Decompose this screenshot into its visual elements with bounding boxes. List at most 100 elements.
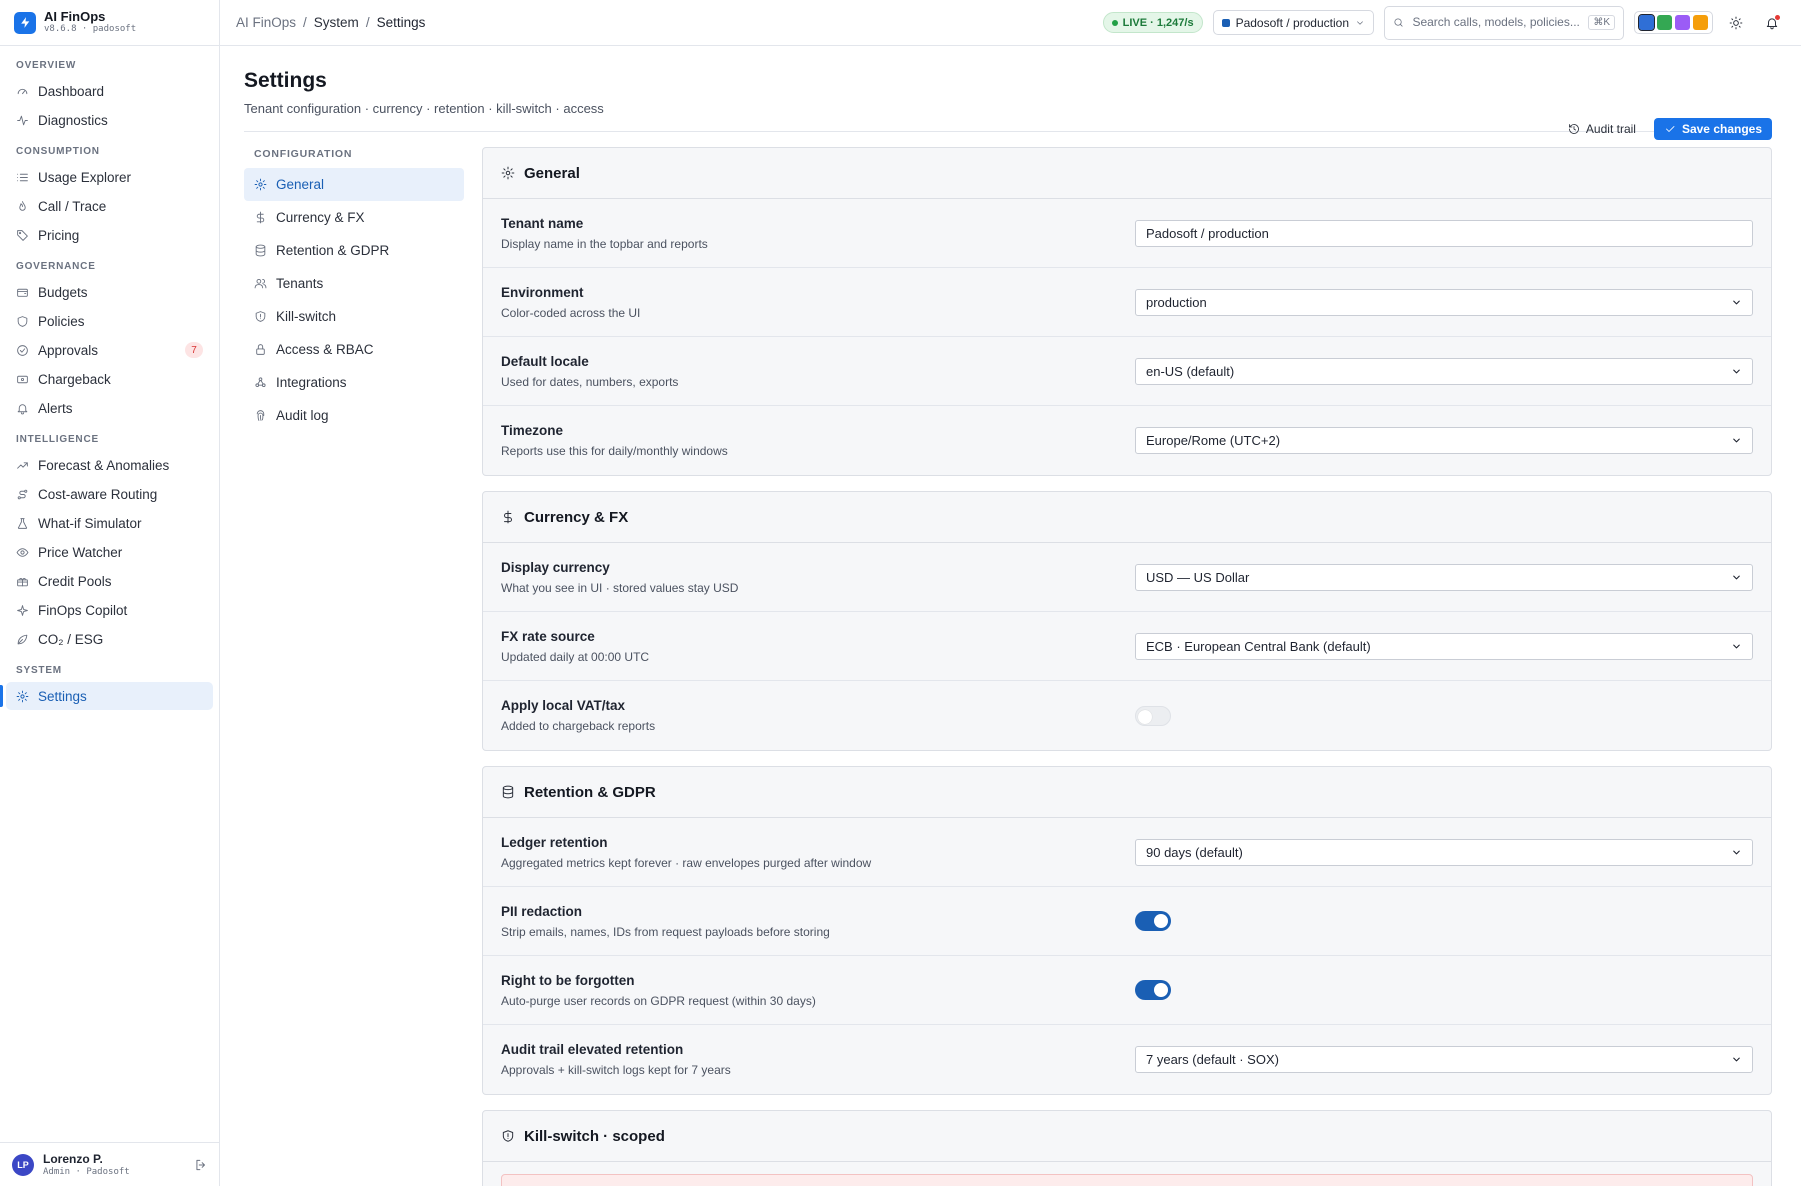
sidebar-item-settings[interactable]: Settings: [0, 682, 213, 710]
killswitch-alert-banner: [501, 1174, 1753, 1186]
brand[interactable]: AI FinOps v8.6.8 · padosoft: [0, 0, 219, 46]
database-icon: [255, 244, 266, 257]
dollar-icon: [256, 211, 265, 224]
save-changes-button[interactable]: Save changes: [1653, 118, 1772, 140]
gift-icon: [17, 577, 28, 586]
nav-section-overview: OVERVIEW: [16, 60, 77, 71]
breadcrumb-root[interactable]: AI FinOps: [236, 15, 296, 30]
sidebar-item-label: Usage Explorer: [38, 169, 132, 185]
sidebar-item-call-trace[interactable]: Call / Trace: [6, 192, 213, 220]
activity-icon: [17, 115, 28, 125]
locale-select[interactable]: en-US (default): [1135, 357, 1753, 385]
setting-description: Reports use this for daily/monthly windo…: [501, 444, 728, 458]
leaf-icon: [17, 634, 28, 644]
ledger-retention-select[interactable]: 90 days (default): [1135, 838, 1753, 866]
config-item-retention[interactable]: Retention & GDPR: [244, 234, 464, 267]
tenant-color-icon: [1221, 18, 1230, 27]
config-item-tenants[interactable]: Tenants: [244, 267, 464, 300]
setting-row-environment: Environment Color-coded across the UI pr…: [483, 268, 1771, 337]
timezone-select[interactable]: Europe/Rome (UTC+2): [1135, 427, 1753, 454]
tenant-name-value: Padosoft / production: [1146, 225, 1269, 241]
chevron-down-icon: [1733, 850, 1740, 854]
user-role: Admin · Padosoft: [43, 1166, 130, 1177]
notification-dot: [1775, 14, 1780, 20]
tenant-selector[interactable]: Padosoft / production: [1212, 10, 1374, 35]
user-profile[interactable]: LP Lorenzo P. Admin · Padosoft: [0, 1142, 220, 1186]
flame-icon: [19, 200, 26, 211]
setting-label: Audit trail elevated retention: [501, 1042, 684, 1057]
sidebar-item-copilot[interactable]: FinOps Copilot: [6, 596, 213, 624]
sidebar-item-routing[interactable]: Cost-aware Routing: [6, 480, 213, 508]
fx-source-value: ECB · European Central Bank (default): [1146, 638, 1371, 654]
display-currency-value: USD — US Dollar: [1146, 569, 1250, 585]
chevron-down-icon: [1357, 20, 1363, 25]
config-item-integrations[interactable]: Integrations: [244, 366, 464, 399]
toggle-knob: [1154, 914, 1168, 928]
notifications-button[interactable]: [1759, 10, 1785, 36]
setting-description: Used for dates, numbers, exports: [501, 374, 679, 389]
sidebar-item-label: Call / Trace: [38, 198, 107, 214]
setting-description: Auto-purge user records on GDPR request …: [501, 993, 816, 1008]
swatch-orange[interactable]: [1693, 15, 1708, 30]
config-item-access[interactable]: Access & RBAC: [244, 333, 464, 366]
tenant-name-input[interactable]: Padosoft / production: [1135, 219, 1753, 247]
chevron-down-icon: [1733, 575, 1740, 579]
config-nav: CONFIGURATION General Currency & FX Rete…: [244, 148, 464, 432]
sidebar-item-pricing[interactable]: Pricing: [6, 221, 213, 249]
swatch-purple[interactable]: [1675, 15, 1690, 30]
sidebar-item-dashboard[interactable]: Dashboard: [6, 77, 213, 105]
history-icon: [1568, 124, 1579, 134]
fx-source-select[interactable]: ECB · European Central Bank (default): [1135, 632, 1753, 660]
card-title: Kill-switch · scoped: [524, 1127, 665, 1145]
general-card: General Tenant name Display name in the …: [482, 147, 1772, 476]
sidebar-item-label: Price Watcher: [38, 544, 123, 560]
sidebar-item-label: Dashboard: [38, 83, 105, 99]
sidebar-item-price-watcher[interactable]: Price Watcher: [6, 538, 213, 566]
sidebar-item-diagnostics[interactable]: Diagnostics: [6, 106, 213, 134]
sidebar-item-label: CO₂ / ESG: [38, 631, 104, 647]
check-circle-icon: [17, 344, 28, 356]
killswitch-card-header: Kill-switch · scoped: [483, 1111, 1771, 1162]
sidebar-item-forecast[interactable]: Forecast & Anomalies: [6, 451, 213, 479]
logout-icon[interactable]: [194, 1158, 208, 1172]
pii-redaction-toggle[interactable]: [1135, 911, 1171, 931]
right-to-be-forgotten-toggle[interactable]: [1135, 980, 1171, 1000]
sidebar-item-usage-explorer[interactable]: Usage Explorer: [6, 163, 213, 191]
sidebar-item-budgets[interactable]: Budgets: [6, 278, 213, 306]
sidebar-item-credit-pools[interactable]: Credit Pools: [6, 567, 213, 595]
config-item-general[interactable]: General: [244, 168, 464, 201]
live-rate: LIVE · 1,247/s: [1122, 16, 1194, 29]
breadcrumb-system[interactable]: System: [314, 15, 359, 30]
save-changes-label: Save changes: [1681, 122, 1762, 136]
sidebar-item-alerts[interactable]: Alerts: [6, 394, 213, 422]
check-icon: [1666, 126, 1675, 132]
environment-select[interactable]: production: [1135, 288, 1753, 316]
sidebar-item-label: Credit Pools: [38, 573, 112, 589]
config-item-label: Currency & FX: [276, 210, 365, 225]
toggle-knob: [1154, 983, 1168, 997]
nav-section-intelligence: INTELLIGENCE: [16, 434, 99, 445]
breadcrumb-separator: /: [365, 15, 370, 30]
audit-trail-button[interactable]: Audit trail: [1564, 118, 1640, 140]
config-item-currency[interactable]: Currency & FX: [244, 201, 464, 234]
config-item-killswitch[interactable]: Kill-switch: [244, 300, 464, 333]
sidebar-item-chargeback[interactable]: Chargeback: [6, 365, 213, 393]
sidebar-item-policies[interactable]: Policies: [6, 307, 213, 335]
search-input[interactable]: Search calls, models, policies... ⌘K: [1384, 5, 1624, 40]
audit-trail-label: Audit trail: [1585, 122, 1636, 136]
config-item-label: General: [276, 177, 325, 192]
tenant-selector-label: Padosoft / production: [1235, 15, 1349, 30]
vat-toggle[interactable]: [1135, 705, 1171, 726]
swatch-blue[interactable]: [1638, 14, 1655, 31]
sidebar-item-co2[interactable]: CO₂ / ESG: [6, 625, 213, 653]
display-currency-select[interactable]: USD — US Dollar: [1135, 563, 1753, 591]
sidebar-item-approvals[interactable]: Approvals 7: [6, 336, 213, 364]
config-item-label: Audit log: [276, 408, 329, 423]
sidebar-item-whatif[interactable]: What-if Simulator: [6, 509, 213, 537]
setting-label: Environment: [501, 284, 584, 300]
audit-retention-select[interactable]: 7 years (default · SOX): [1135, 1046, 1753, 1073]
config-item-audit-log[interactable]: Audit log: [244, 399, 464, 432]
toggle-knob: [1138, 709, 1152, 724]
theme-toggle-button[interactable]: [1723, 10, 1749, 36]
swatch-green[interactable]: [1657, 15, 1672, 30]
